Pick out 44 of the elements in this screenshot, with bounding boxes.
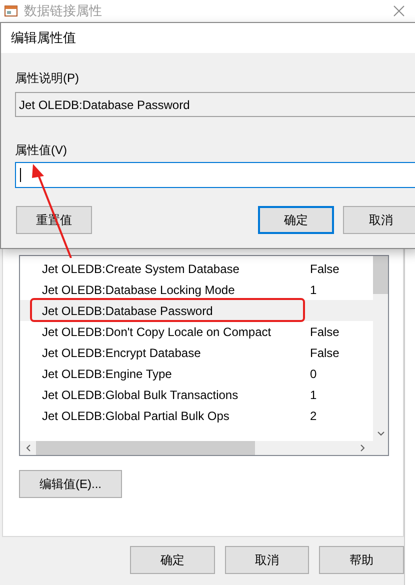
value-input[interactable] bbox=[15, 162, 415, 188]
close-icon[interactable] bbox=[393, 5, 405, 17]
scroll-thumb[interactable] bbox=[36, 441, 255, 455]
window-icon bbox=[4, 4, 18, 18]
description-field: Jet OLEDB:Database Password bbox=[15, 92, 415, 117]
property-value: 2 bbox=[310, 408, 317, 424]
scroll-right-icon[interactable] bbox=[360, 444, 366, 452]
dialog-button[interactable]: 确定 bbox=[258, 206, 334, 234]
property-name: Jet OLEDB:Engine Type bbox=[42, 366, 172, 382]
property-value: 0 bbox=[310, 366, 317, 382]
property-name: Jet OLEDB:Global Bulk Transactions bbox=[42, 386, 238, 404]
vertical-scrollbar[interactable] bbox=[373, 256, 388, 441]
scroll-down-icon[interactable] bbox=[376, 431, 384, 437]
property-row[interactable]: Jet OLEDB:Encrypt Database False bbox=[20, 342, 373, 363]
scroll-left-icon[interactable] bbox=[25, 444, 31, 452]
property-row[interactable]: Jet OLEDB:Create System Database False bbox=[20, 258, 373, 279]
property-name: Jet OLEDB:Database Password bbox=[42, 302, 213, 320]
property-value: False bbox=[310, 324, 340, 340]
horizontal-scrollbar[interactable] bbox=[20, 441, 388, 455]
property-name: Jet OLEDB:Encrypt Database bbox=[42, 344, 201, 362]
property-row[interactable]: Jet OLEDB:Global Partial Bulk Ops 2 bbox=[20, 405, 373, 426]
dialog-button[interactable]: 取消 bbox=[343, 206, 415, 234]
property-row[interactable]: Jet OLEDB:Database Password bbox=[20, 300, 373, 321]
property-value: False bbox=[310, 344, 340, 362]
property-value: False bbox=[310, 260, 340, 278]
field-label: 属性说明(P) bbox=[15, 70, 80, 86]
property-name: Jet OLEDB:Database Locking Mode bbox=[42, 282, 235, 298]
dialog-button[interactable]: 帮助 bbox=[319, 546, 404, 574]
field-label: 属性值(V) bbox=[15, 142, 68, 158]
property-name: Jet OLEDB:Global Partial Bulk Ops bbox=[42, 408, 230, 424]
edit-value-button[interactable]: 编辑值(E)... bbox=[19, 470, 122, 498]
property-value: 1 bbox=[310, 386, 317, 404]
window-title: 数据链接属性 bbox=[24, 2, 102, 20]
dialog-button[interactable]: 确定 bbox=[130, 546, 215, 574]
property-name: Jet OLEDB:Create System Database bbox=[42, 260, 240, 278]
scroll-thumb[interactable] bbox=[373, 256, 388, 294]
property-value: 1 bbox=[310, 282, 317, 298]
dialog-button[interactable]: 取消 bbox=[224, 546, 310, 574]
property-name: Jet OLEDB:Don't Copy Locale on Compact bbox=[42, 324, 272, 340]
property-row[interactable]: Jet OLEDB:Database Locking Mode 1 bbox=[20, 279, 373, 300]
property-row[interactable]: Jet OLEDB:Don't Copy Locale on Compact False bbox=[20, 321, 373, 342]
dialog-title: 编辑属性值 bbox=[11, 29, 76, 48]
property-row[interactable]: Jet OLEDB:Engine Type 0 bbox=[20, 363, 373, 384]
property-row[interactable]: Jet OLEDB:Global Bulk Transactions 1 bbox=[20, 384, 373, 405]
